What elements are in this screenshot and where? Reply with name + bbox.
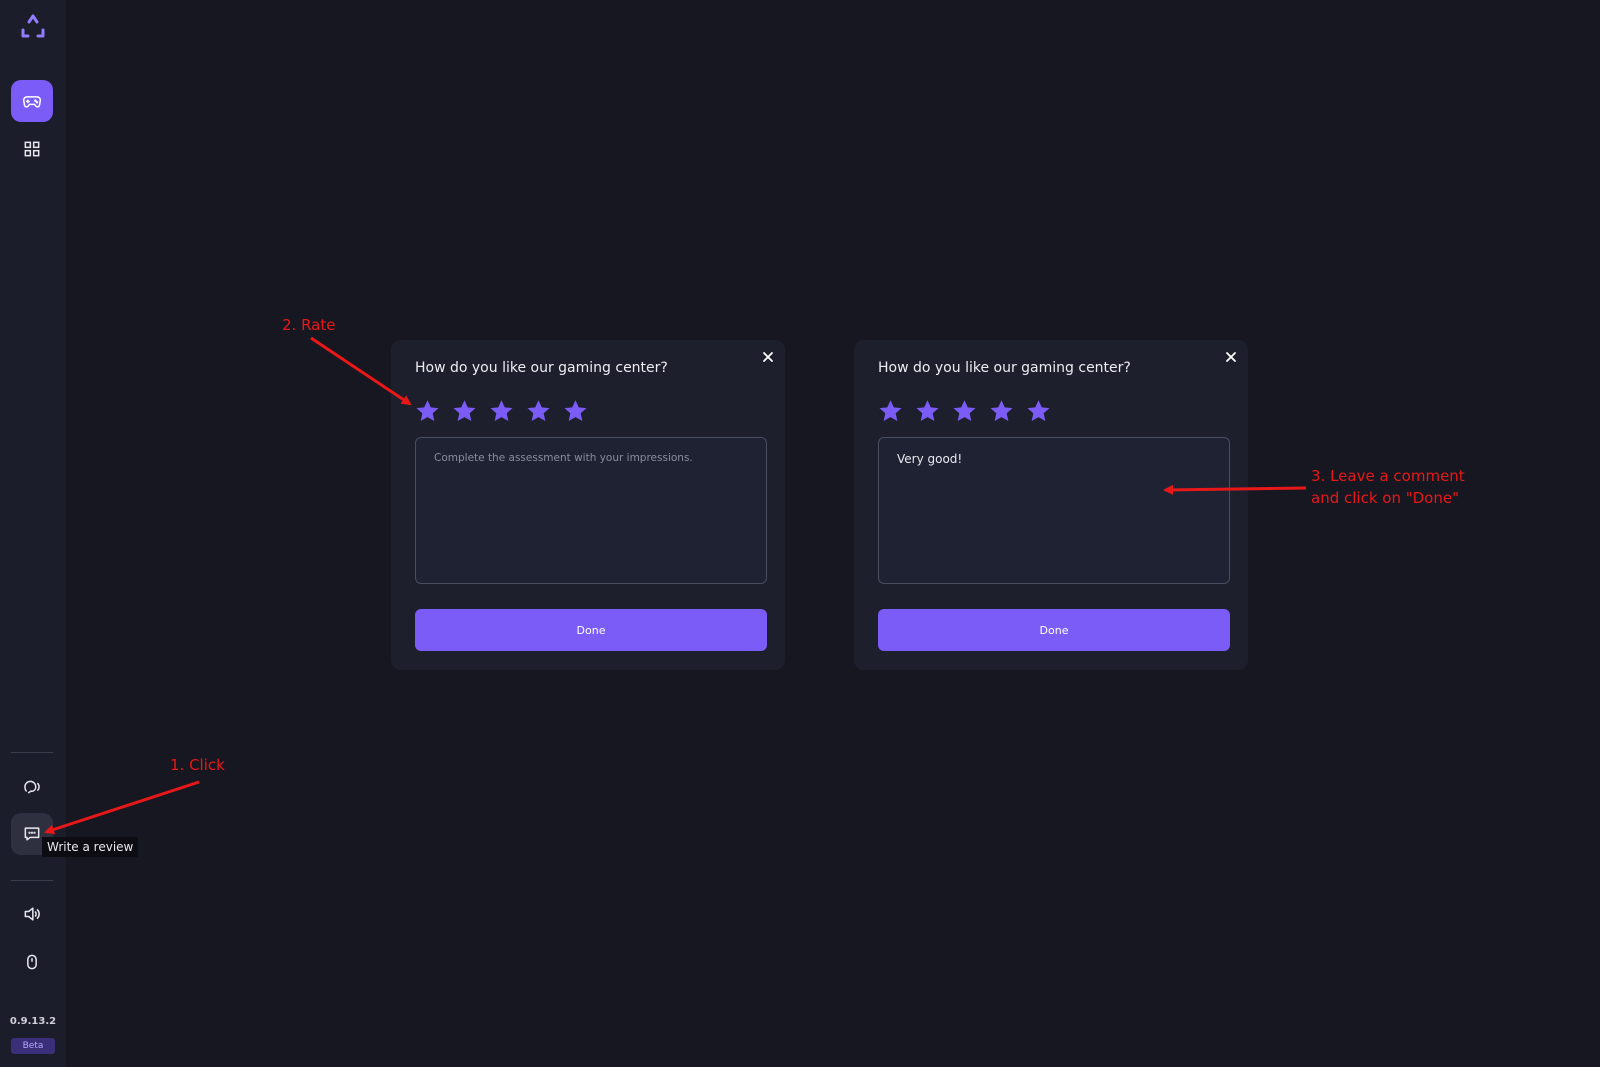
star-icon[interactable] <box>451 398 478 425</box>
annotation-arrows <box>44 336 1307 835</box>
annotation-step-3: 3. Leave a comment and click on "Done" <box>1311 465 1465 509</box>
star-icon[interactable] <box>951 398 978 425</box>
sidebar-item-apps[interactable] <box>11 128 53 170</box>
sidebar-item-support[interactable] <box>11 765 53 807</box>
star-icon[interactable] <box>562 398 589 425</box>
support-icon <box>24 780 40 794</box>
sidebar-divider <box>11 880 53 881</box>
arrow-step-1 <box>44 780 200 835</box>
star-icon[interactable] <box>414 398 441 425</box>
star-rating <box>877 398 1052 425</box>
star-icon[interactable] <box>1025 398 1052 425</box>
close-icon[interactable] <box>1223 349 1239 365</box>
done-button[interactable]: Done <box>415 609 767 651</box>
star-rating <box>414 398 589 425</box>
sound-icon <box>24 907 40 921</box>
star-icon[interactable] <box>914 398 941 425</box>
star-icon[interactable] <box>488 398 515 425</box>
dialog-title: How do you like our gaming center? <box>415 360 668 376</box>
review-dialog-left: How do you like our gaming center? Done <box>391 340 785 670</box>
logo-icon <box>21 14 45 38</box>
mouse-icon <box>27 954 37 970</box>
annotation-step-2: 2. Rate <box>282 316 336 334</box>
grid-icon <box>24 141 40 157</box>
sidebar-item-sound[interactable] <box>11 893 53 935</box>
review-dialog-right: How do you like our gaming center? Done <box>854 340 1248 670</box>
star-icon[interactable] <box>877 398 904 425</box>
sidebar-item-games[interactable] <box>11 80 53 122</box>
sidebar-item-mouse[interactable] <box>11 941 53 983</box>
annotation-step-1: 1. Click <box>170 756 225 774</box>
comment-input[interactable] <box>878 437 1230 584</box>
beta-badge: Beta <box>11 1038 55 1054</box>
star-icon[interactable] <box>988 398 1015 425</box>
annotation-step-3-line-2: and click on "Done" <box>1311 489 1459 507</box>
gamepad-icon <box>22 96 42 108</box>
review-tooltip: Write a review <box>42 837 139 857</box>
comment-input[interactable] <box>415 437 767 584</box>
app-version: 0.9.13.2 <box>9 1016 57 1027</box>
star-icon[interactable] <box>525 398 552 425</box>
dialog-title: How do you like our gaming center? <box>878 360 1131 376</box>
review-icon <box>24 827 40 841</box>
sidebar: Write a review 0.9.13.2 Beta <box>0 0 139 1067</box>
close-icon[interactable] <box>760 349 776 365</box>
sidebar-divider <box>11 752 53 753</box>
annotation-step-3-line-1: 3. Leave a comment <box>1311 467 1465 485</box>
done-button[interactable]: Done <box>878 609 1230 651</box>
